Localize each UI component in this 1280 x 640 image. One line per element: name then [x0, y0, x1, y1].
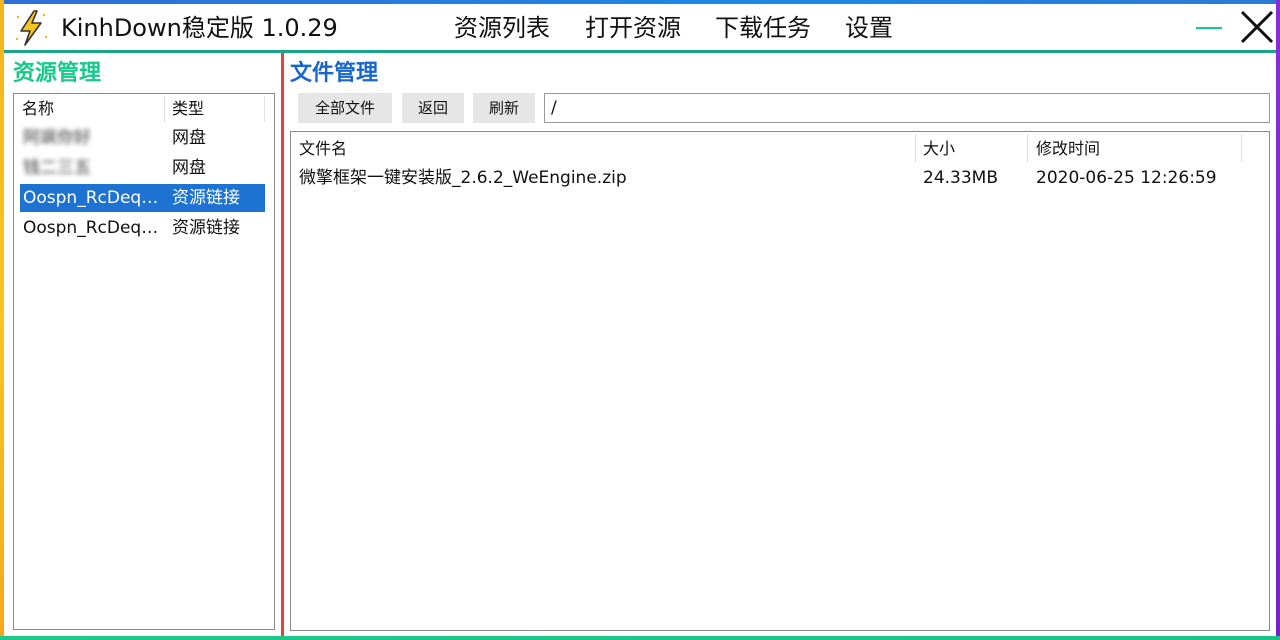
resource-name: Oospn_RcDeqx... [23, 188, 163, 208]
back-button[interactable]: 返回 [402, 93, 464, 123]
resource-list: 名称 类型 阿飒你好 网盘 钱二三五 网盘 Oospn_RcDeqx... 资源… [13, 93, 275, 630]
resource-type: 资源链接 [172, 218, 240, 238]
file-list: 文件名 大小 修改时间 微擎框架一键安装版_2.6.2_WeEngine.zip… [290, 131, 1270, 631]
nav-settings[interactable]: 设置 [845, 13, 893, 43]
column-header-size[interactable]: 大小 [923, 138, 1023, 160]
resource-type: 网盘 [172, 158, 206, 178]
resource-type: 资源链接 [172, 188, 240, 208]
column-header-modified[interactable]: 修改时间 [1036, 138, 1246, 160]
file-name: 微擎框架一键安装版_2.6.2_WeEngine.zip [299, 168, 627, 188]
file-row[interactable]: 微擎框架一键安装版_2.6.2_WeEngine.zip 24.33MB 202… [291, 164, 1269, 192]
resource-type: 网盘 [172, 128, 206, 148]
column-separator[interactable] [164, 96, 165, 122]
nav-open-resource[interactable]: 打开资源 [585, 13, 681, 43]
file-panel: 文件管理 全部文件 返回 刷新 文件名 大小 修改时间 微擎框架一键安装版_2.… [284, 53, 1276, 636]
file-list-header: 文件名 大小 修改时间 [291, 132, 1269, 162]
column-header-type[interactable]: 类型 [172, 99, 204, 119]
resource-name: 钱二三五 [23, 158, 91, 178]
column-separator[interactable] [915, 134, 916, 162]
file-panel-title: 文件管理 [290, 61, 379, 86]
column-separator[interactable] [264, 96, 265, 122]
nav-download-tasks[interactable]: 下载任务 [715, 13, 811, 43]
path-input[interactable] [544, 93, 1270, 123]
nav-resource-list[interactable]: 资源列表 [454, 13, 550, 43]
file-modified: 2020-06-25 12:26:59 [1036, 168, 1217, 188]
column-separator[interactable] [1241, 134, 1242, 162]
column-separator[interactable] [1027, 134, 1028, 162]
resource-panel-title: 资源管理 [13, 61, 102, 86]
column-header-name[interactable]: 名称 [22, 99, 54, 119]
close-button[interactable] [1238, 8, 1276, 46]
resource-panel: 资源管理 名称 类型 阿飒你好 网盘 钱二三五 网盘 Oospn_RcDeqx.… [4, 53, 280, 636]
resource-name: Oospn_RcDeqx... [23, 218, 163, 238]
window-frame-right [1276, 0, 1280, 640]
minimize-icon [1196, 27, 1222, 29]
resource-row[interactable]: 阿飒你好 网盘 [20, 124, 265, 152]
resource-row[interactable]: 钱二三五 网盘 [20, 154, 265, 182]
resource-name: 阿飒你好 [23, 128, 91, 148]
all-files-button[interactable]: 全部文件 [298, 93, 392, 123]
app-title: KinhDown稳定版 1.0.29 [61, 14, 338, 42]
resource-row[interactable]: Oospn_RcDeqx... 资源链接 [20, 214, 265, 242]
minimize-button[interactable] [1190, 8, 1228, 46]
window-frame-bottom [0, 636, 1280, 640]
resource-row-selected[interactable]: Oospn_RcDeqx... 资源链接 [20, 184, 265, 212]
lightning-logo-icon [15, 10, 48, 46]
resource-list-header: 名称 类型 [14, 94, 274, 122]
title-bar: KinhDown稳定版 1.0.29 资源列表 打开资源 下载任务 设置 [4, 4, 1276, 50]
refresh-button[interactable]: 刷新 [473, 93, 535, 123]
file-size: 24.33MB [923, 168, 998, 188]
close-icon [1240, 10, 1274, 44]
column-header-filename[interactable]: 文件名 [299, 138, 909, 160]
